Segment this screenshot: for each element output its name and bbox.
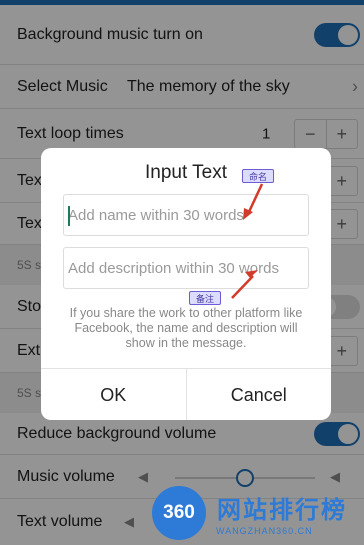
share-hint: If you share the work to other platform … (69, 306, 303, 350)
watermark-title: 网站排行榜 (217, 497, 347, 524)
cancel-button[interactable]: Cancel (187, 369, 332, 420)
input-text-dialog: Input Text If you share the work to othe… (41, 148, 331, 420)
dialog-button-bar: OK Cancel (41, 368, 331, 420)
name-annotation-tag: 命名 (242, 169, 275, 183)
description-field[interactable] (63, 247, 309, 289)
watermark-url: WANGZHAN360.CN (216, 526, 313, 536)
dialog-title: Input Text (144, 162, 228, 183)
description-input[interactable] (64, 248, 308, 288)
name-field[interactable] (63, 194, 309, 236)
name-input[interactable] (64, 195, 308, 235)
ok-button[interactable]: OK (41, 369, 187, 420)
watermark-badge: 360 (152, 486, 206, 540)
text-cursor (68, 206, 70, 226)
description-annotation-tag: 备注 (189, 291, 222, 305)
